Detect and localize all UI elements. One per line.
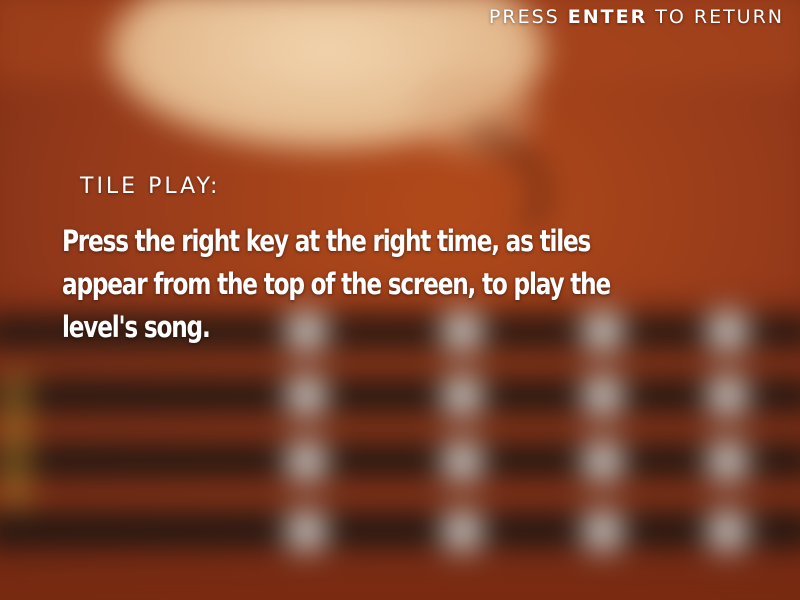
return-hint-prefix: PRESS <box>488 6 560 28</box>
return-hint: PRESS ENTER TO RETURN <box>489 6 784 28</box>
return-hint-suffix: TO RETURN <box>655 6 784 28</box>
mode-description: Press the right key at the right time, a… <box>62 224 611 344</box>
instructions-screen: PRESS ENTER TO RETURN TILE PLAY: Press t… <box>0 0 800 600</box>
enter-key-label: ENTER <box>567 6 648 28</box>
mode-heading: TILE PLAY: <box>80 174 221 199</box>
